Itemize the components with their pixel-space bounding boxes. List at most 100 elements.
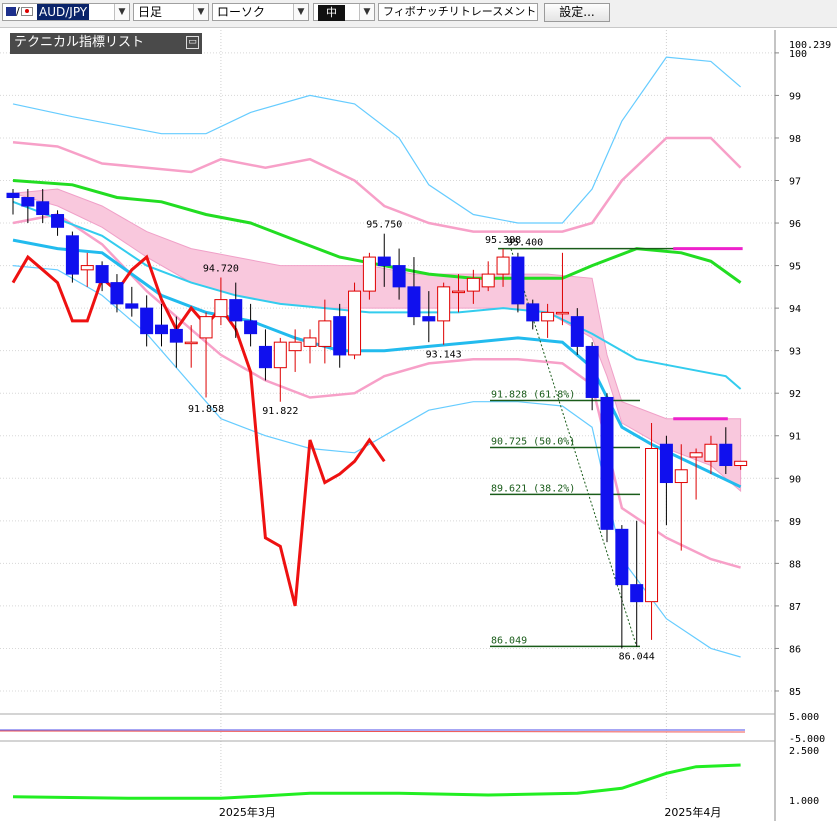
candle-body (659, 443, 673, 484)
candle-body (377, 256, 391, 267)
candle-body (481, 273, 495, 288)
candle-body (734, 460, 748, 467)
chevron-down-icon[interactable]: ▼ (359, 4, 374, 20)
candle-body (229, 299, 243, 322)
candle-body (110, 282, 124, 305)
indicator-lines (11, 56, 742, 658)
timeframe-label: 日足 (138, 5, 163, 19)
candle-body (125, 303, 139, 309)
price-chart[interactable]: 95.40091.828 (61.8%)90.725 (50.0%)89.621… (0, 27, 837, 821)
sub-panel-label: 1.000 (789, 796, 819, 807)
y-tick-label: 93 (789, 347, 801, 358)
price-annotation: 91.858 (188, 404, 224, 415)
candle-body (258, 345, 272, 369)
settings-button[interactable]: 設定... (544, 3, 610, 22)
candle-body (95, 265, 109, 284)
candle-body (184, 341, 198, 345)
price-annotation: 95.388 (485, 235, 521, 246)
candle-body (51, 214, 65, 228)
candle-body (244, 320, 258, 335)
candle-body (570, 316, 584, 347)
symbol-select[interactable]: / AUD/JPY ▼ (2, 3, 130, 21)
price-annotation: 94.720 (203, 263, 239, 274)
candle-body (422, 316, 436, 322)
fib-level-label: 91.828 (61.8%) (491, 390, 575, 401)
ichimoku-cloud (12, 188, 742, 493)
timeframe-select[interactable]: 日足 ▼ (133, 3, 209, 21)
candle-body (437, 286, 451, 322)
x-tick-label: 2025年3月 (219, 805, 276, 819)
y-tick-label: 89 (789, 517, 801, 528)
y-tick-label: 98 (789, 134, 801, 145)
sub-panel-label: 2.500 (789, 746, 819, 757)
candle-body (36, 201, 50, 216)
candle-body (600, 396, 614, 530)
y-top-label: 100.239 (789, 40, 831, 51)
price-annotation: 93.143 (426, 350, 462, 361)
toolbar: / AUD/JPY ▼ 日足 ▼ ローソク ▼ 中 ▼ フィボナッチリトレースメ… (0, 0, 837, 28)
candle-body (348, 290, 362, 356)
candle-body (407, 286, 421, 318)
candle-body (689, 452, 703, 458)
fib-level-label: 90.725 (50.0%) (491, 436, 575, 447)
sub-panel-label: -5.000 (789, 734, 825, 745)
candle-body (140, 307, 154, 335)
candle-body (645, 448, 659, 603)
candle-body (466, 277, 480, 292)
adx-line (12, 763, 741, 800)
line-width-select[interactable]: 中 ▼ (313, 3, 375, 21)
fib-level-label: 89.621 (38.2%) (491, 483, 575, 494)
collapse-icon[interactable]: ▭ (186, 36, 199, 49)
cloud-area (12, 188, 742, 493)
candle-body (496, 256, 510, 275)
candle-body (273, 341, 287, 369)
x-tick-label: 2025年4月 (664, 805, 721, 819)
candle-body (585, 345, 599, 398)
candle-body (80, 265, 94, 271)
candle-body (719, 443, 733, 467)
japan-flag-icon (21, 7, 33, 16)
price-annotation: 95.750 (366, 220, 402, 231)
candle-body (541, 311, 555, 322)
y-tick-label: 97 (789, 177, 801, 188)
y-tick-label: 86 (789, 644, 801, 655)
chevron-down-icon[interactable]: ▼ (114, 4, 129, 20)
indicator-list-panel[interactable]: テクニカル指標リスト ▭ (10, 33, 202, 54)
y-tick-label: 85 (789, 687, 801, 698)
y-tick-label: 99 (789, 91, 801, 102)
y-tick-label: 94 (789, 304, 801, 315)
symbol-label: AUD/JPY (37, 4, 90, 20)
candle-body (288, 341, 302, 352)
candle-body (199, 316, 213, 339)
candle-body (6, 192, 20, 199)
y-tick-label: 88 (789, 559, 801, 570)
fib-level-label: 86.049 (491, 635, 527, 646)
australia-flag-icon (6, 7, 16, 16)
chart-type-label: ローソク (217, 5, 266, 19)
candle-body (318, 320, 332, 347)
y-tick-label: 91 (789, 432, 801, 443)
drawing-tool-field[interactable]: フィボナッチリトレースメント (378, 3, 538, 21)
indicator-list-label: テクニカル指標リスト (14, 35, 145, 50)
candle-body (555, 311, 569, 315)
sub-panel-label: 5.000 (789, 712, 819, 723)
candle-body (333, 316, 347, 356)
chevron-down-icon[interactable]: ▼ (293, 4, 308, 20)
candle-body (630, 584, 644, 603)
candle-body (362, 256, 376, 292)
y-tick-label: 90 (789, 474, 801, 485)
candle-body (392, 265, 406, 288)
sub-panels: 5.000 -5.0002.500 1.000 (0, 712, 825, 807)
candle-body (452, 290, 465, 294)
candle-body (526, 303, 540, 322)
candle-body (704, 443, 718, 462)
y-tick-label: 92 (789, 389, 801, 400)
chevron-down-icon[interactable]: ▼ (193, 4, 208, 20)
chart-type-select[interactable]: ローソク ▼ (212, 3, 309, 21)
oscillator-line-red (0, 730, 746, 733)
y-tick-label: 87 (789, 602, 801, 613)
candle-body (674, 469, 688, 484)
line-width-label: 中 (318, 5, 345, 21)
candle-body (65, 235, 79, 275)
candle-body (615, 528, 629, 586)
